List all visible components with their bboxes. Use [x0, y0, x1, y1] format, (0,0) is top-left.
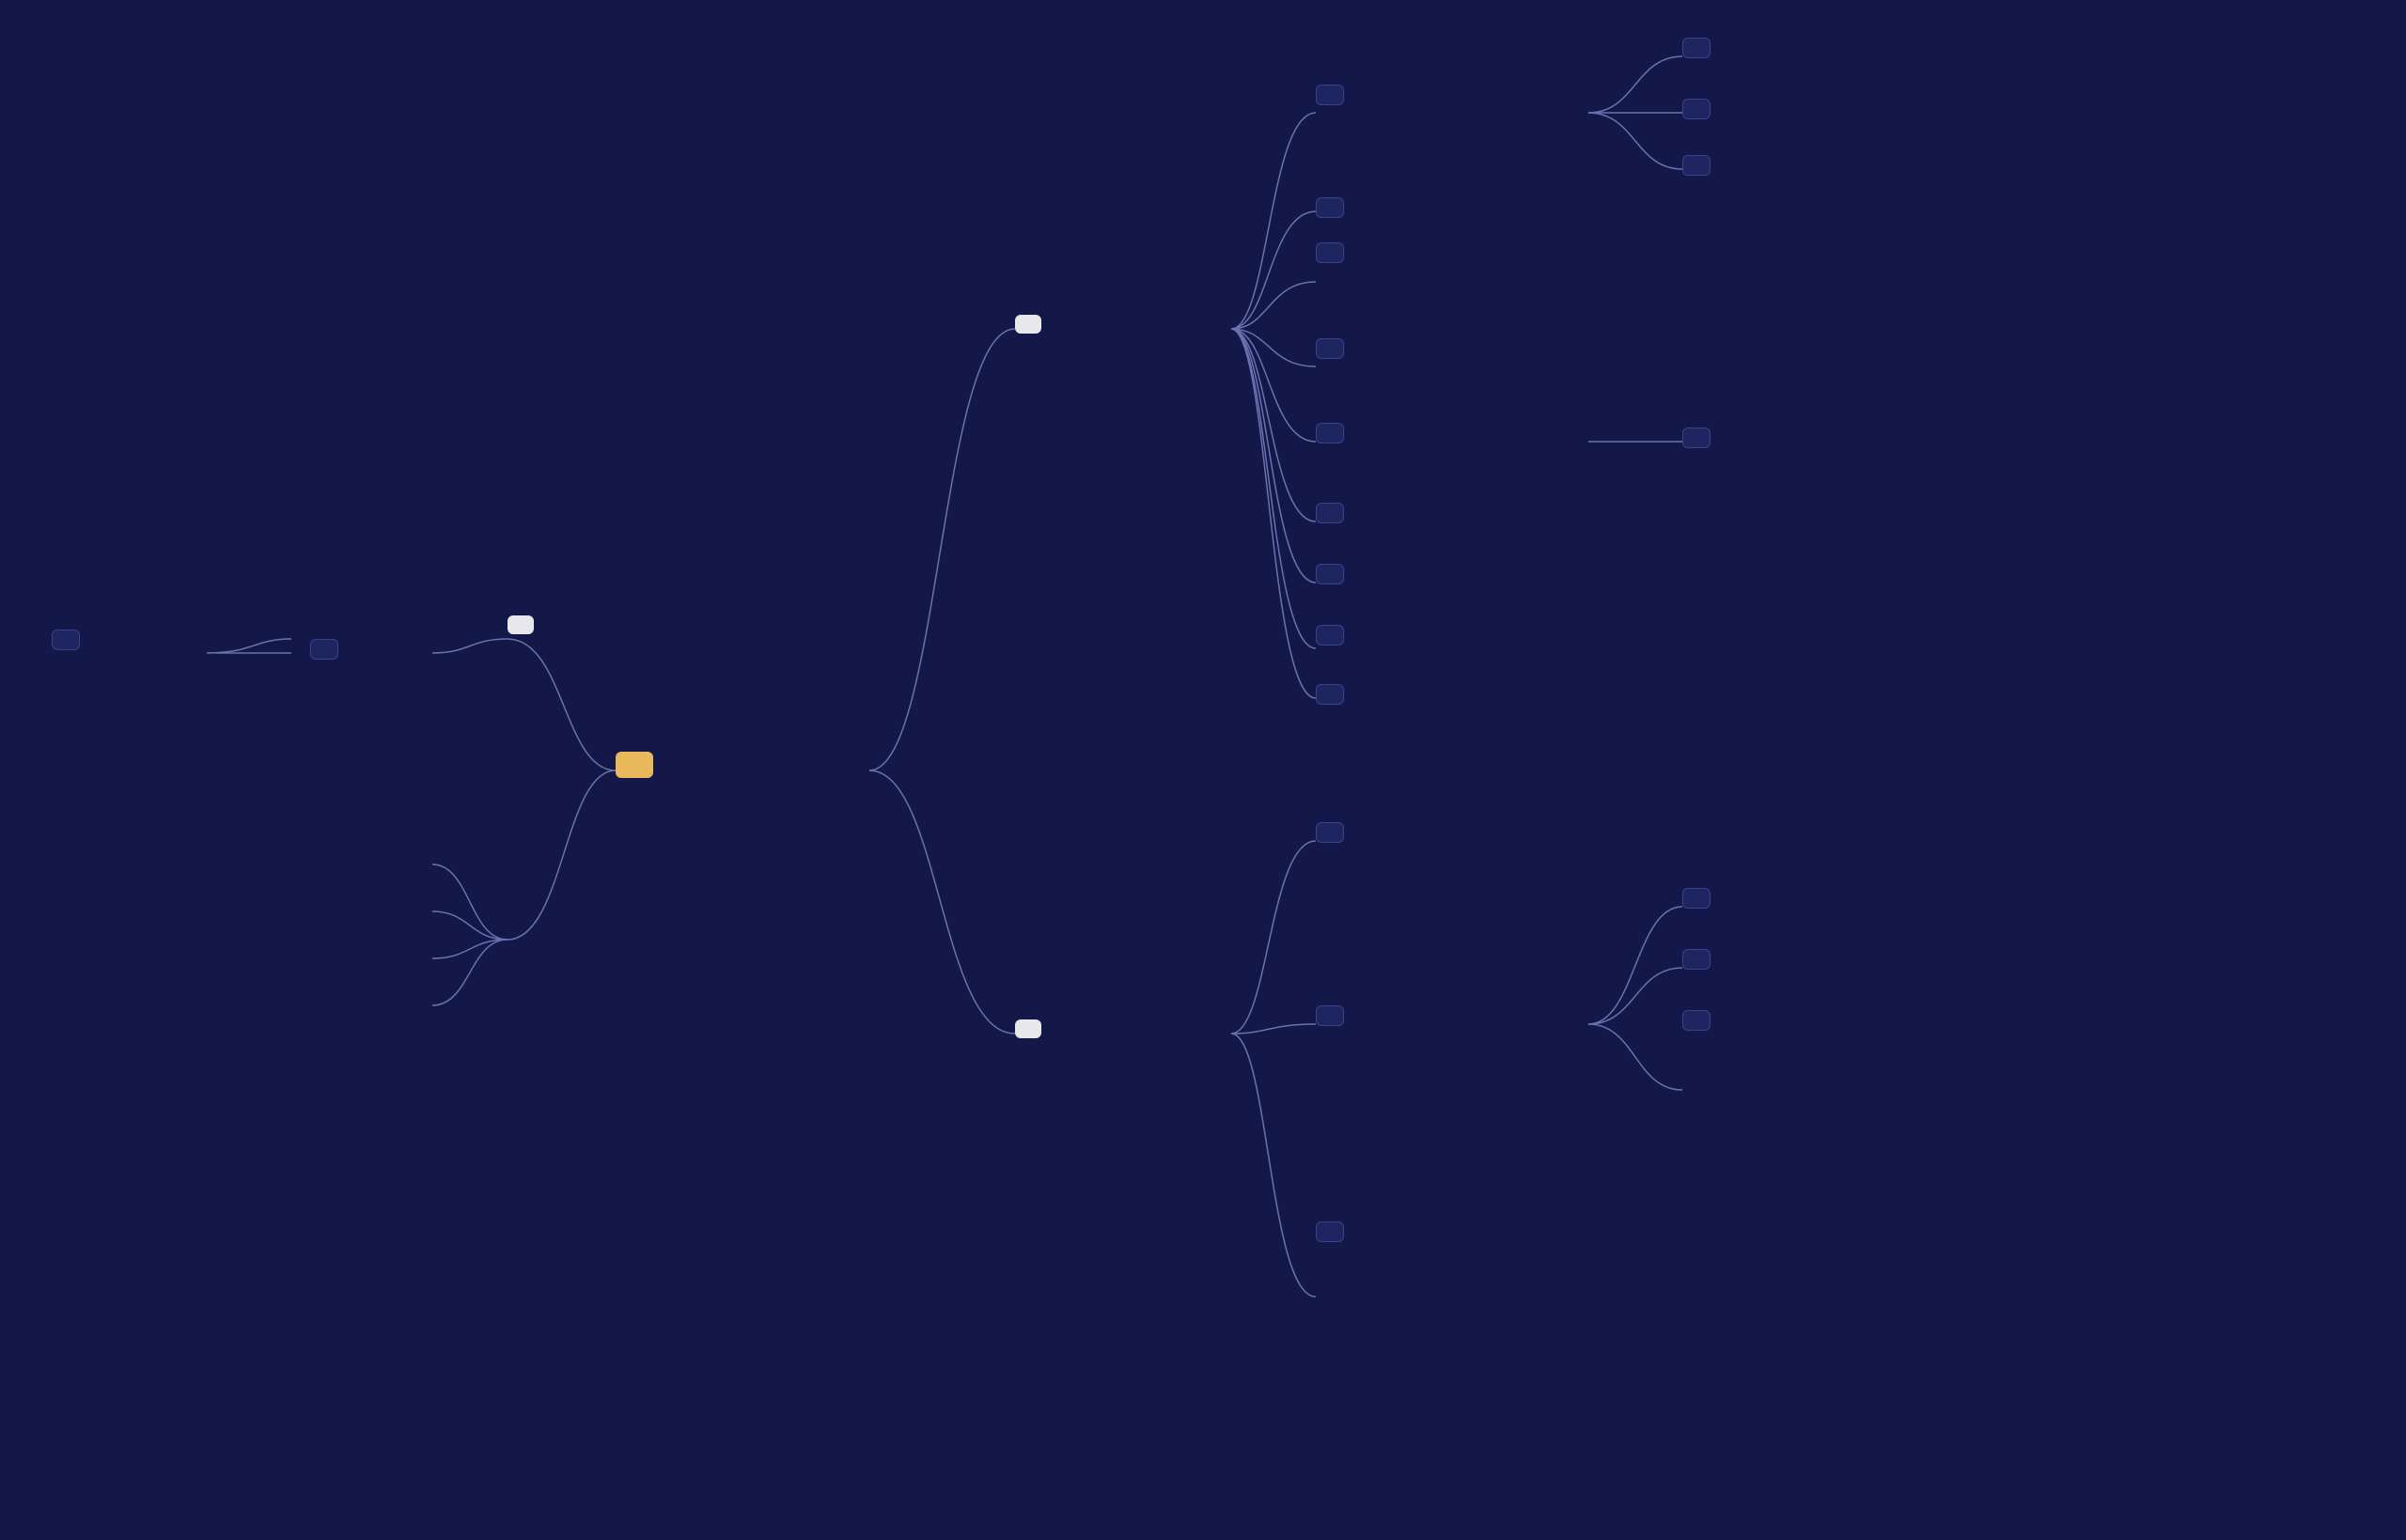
branch1-n1-2[interactable] [1682, 99, 1711, 119]
branch3-n2-3[interactable] [1682, 1010, 1711, 1031]
branch1-n3[interactable] [1316, 242, 1344, 263]
branch1-n9[interactable] [1316, 684, 1344, 705]
branch1-n4[interactable] [1316, 338, 1344, 359]
branch2-n2[interactable] [52, 630, 80, 650]
branch1-n1[interactable] [1316, 85, 1344, 105]
branch3-title[interactable] [1015, 1019, 1041, 1038]
branch1-n1-3[interactable] [1682, 155, 1711, 176]
branch1-title[interactable] [1015, 315, 1041, 334]
branch3-n1[interactable] [1316, 822, 1344, 843]
branch3-n3[interactable] [1316, 1221, 1344, 1242]
branch3-n2-2[interactable] [1682, 949, 1711, 970]
branch1-n6[interactable] [1316, 503, 1344, 523]
branch1-n7[interactable] [1316, 564, 1344, 584]
branch3-n2[interactable] [1316, 1005, 1344, 1026]
branch1-n1-1[interactable] [1682, 38, 1711, 58]
connector-layer [0, 0, 2406, 1540]
branch2-title[interactable] [508, 615, 534, 634]
branch3-n2-1[interactable] [1682, 888, 1711, 909]
branch1-n5[interactable] [1316, 423, 1344, 443]
branch1-n2[interactable] [1316, 197, 1344, 218]
center-node[interactable] [616, 752, 653, 778]
branch2-n1[interactable] [310, 639, 338, 660]
branch1-n5-1[interactable] [1682, 428, 1711, 448]
branch1-n8[interactable] [1316, 625, 1344, 646]
